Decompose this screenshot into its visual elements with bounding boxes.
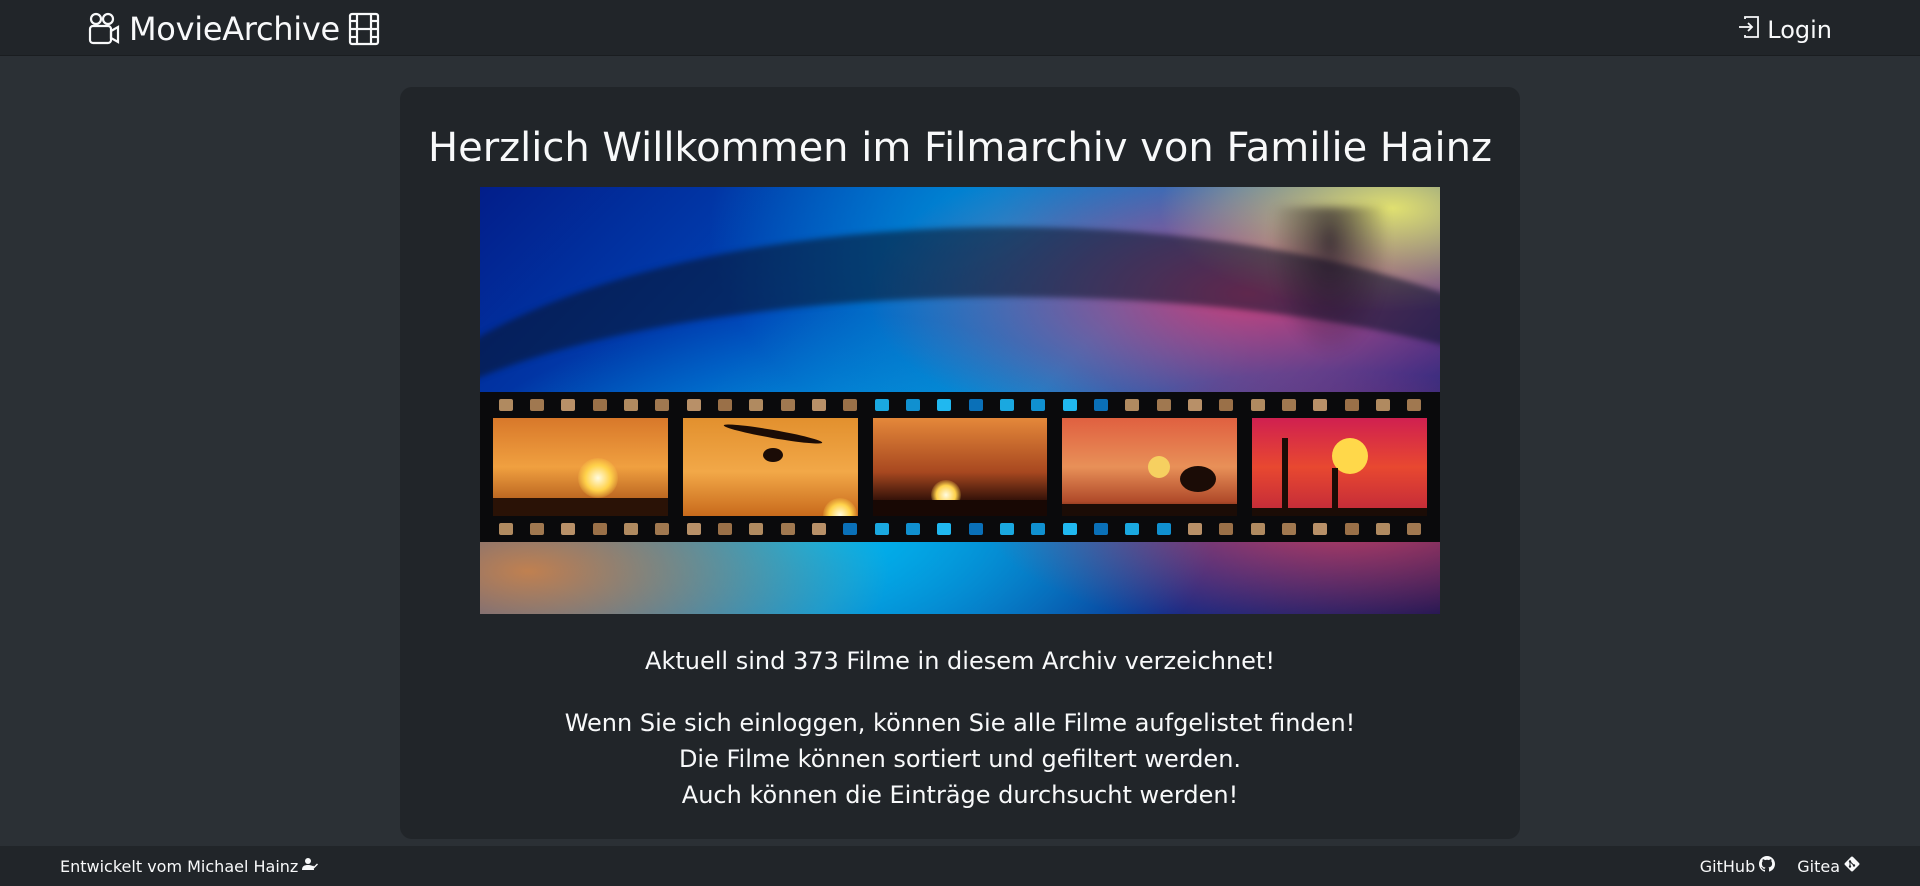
sprocket-hole xyxy=(1219,523,1234,535)
sprocket-hole xyxy=(561,399,576,411)
gitea-link[interactable]: Gitea xyxy=(1797,856,1860,877)
sprocket-hole xyxy=(1375,523,1390,535)
film-strip xyxy=(480,392,1440,542)
sprocket-hole xyxy=(937,523,952,535)
credit-text: Entwickelt vom Michael Hainz xyxy=(60,856,299,876)
sprocket-hole xyxy=(498,399,513,411)
sprocket-hole xyxy=(905,399,920,411)
sprocket-hole xyxy=(655,399,670,411)
person-check-icon xyxy=(302,856,319,877)
info-line-2: Die Filme können sortiert und gefiltert … xyxy=(678,745,1242,773)
sprocket-hole xyxy=(749,523,764,535)
sprocket-hole xyxy=(968,399,983,411)
info-line-1: Wenn Sie sich einloggen, können Sie alle… xyxy=(564,709,1356,737)
sprocket-hole xyxy=(529,523,544,535)
sprocket-hole xyxy=(1313,523,1328,535)
github-label: GitHub xyxy=(1699,856,1756,876)
brand-link[interactable]: MovieArchive xyxy=(87,11,380,47)
sprocket-hole xyxy=(1187,523,1202,535)
gitea-label: Gitea xyxy=(1797,856,1840,876)
sprocket-hole xyxy=(905,523,920,535)
sprocket-hole xyxy=(498,523,513,535)
sprocket-hole xyxy=(717,399,732,411)
sprocket-hole xyxy=(780,399,795,411)
film-count-text: Aktuell sind 373 Filme in diesem Archiv … xyxy=(645,647,1275,675)
sprocket-hole xyxy=(843,523,858,535)
sprocket-hole xyxy=(874,399,889,411)
sprocket-hole xyxy=(686,399,701,411)
frame-seagull-sunset xyxy=(682,418,858,516)
page-title: Herzlich Willkommen im Filmarchiv von Fa… xyxy=(428,125,1492,171)
sprocket-hole xyxy=(749,399,764,411)
sprocket-hole xyxy=(592,523,607,535)
sprocket-hole xyxy=(655,523,670,535)
sprocket-hole xyxy=(1375,399,1390,411)
film-icon xyxy=(348,12,380,46)
sprocket-hole xyxy=(999,399,1014,411)
developer-credit: Entwickelt vom Michael Hainz xyxy=(60,856,319,877)
info-line-3: Auch können die Einträge durchsucht werd… xyxy=(681,781,1239,809)
sprocket-hole xyxy=(1062,523,1077,535)
sprocket-hole xyxy=(1281,523,1296,535)
frame-tree-sunset xyxy=(1062,418,1238,516)
sprocket-hole xyxy=(1407,523,1422,535)
sprocket-hole xyxy=(1156,399,1171,411)
sprocket-hole xyxy=(1281,399,1296,411)
sprocket-hole xyxy=(1187,399,1202,411)
login-label: Login xyxy=(1767,16,1832,44)
frame-birds-sunset xyxy=(872,418,1048,516)
sprocket-hole xyxy=(1250,523,1265,535)
sprocket-hole xyxy=(1344,523,1359,535)
hero-image xyxy=(480,187,1440,614)
video-camera-icon xyxy=(87,12,121,46)
sprocket-hole xyxy=(874,523,889,535)
sprocket-hole xyxy=(999,523,1014,535)
github-icon xyxy=(1759,856,1776,877)
frame-grass-sunset xyxy=(493,418,668,516)
navbar: MovieArchive Login xyxy=(0,0,1920,56)
login-link[interactable]: Login xyxy=(1737,13,1832,47)
sprocket-hole xyxy=(1219,399,1234,411)
sprocket-hole xyxy=(1125,523,1140,535)
sprocket-hole xyxy=(1407,399,1422,411)
frame-palm-sunset xyxy=(1252,418,1427,516)
sprocket-hole xyxy=(968,523,983,535)
footer-links: GitHub Gitea xyxy=(1700,856,1860,877)
sprocket-hole xyxy=(843,399,858,411)
sprocket-hole xyxy=(780,523,795,535)
git-icon xyxy=(1844,856,1860,877)
sprocket-hole xyxy=(529,399,544,411)
sprocket-hole xyxy=(686,523,701,535)
sprocket-hole xyxy=(811,399,826,411)
sprocket-hole xyxy=(1093,399,1108,411)
sprocket-hole xyxy=(623,523,638,535)
sprocket-hole xyxy=(1125,399,1140,411)
sprocket-hole xyxy=(1250,399,1265,411)
sprocket-hole xyxy=(1093,523,1108,535)
github-link[interactable]: GitHub xyxy=(1699,856,1776,877)
sprocket-hole xyxy=(811,523,826,535)
sprocket-hole xyxy=(717,523,732,535)
sprocket-hole xyxy=(1031,399,1046,411)
sprocket-hole xyxy=(1031,523,1046,535)
sprocket-hole xyxy=(1062,399,1077,411)
sprocket-hole xyxy=(623,399,638,411)
footer: Entwickelt vom Michael Hainz GitHub Gite… xyxy=(0,846,1920,886)
box-arrow-in-right-icon xyxy=(1737,15,1761,45)
sprocket-hole xyxy=(561,523,576,535)
sprocket-hole xyxy=(1344,399,1359,411)
brand-name: MovieArchive xyxy=(129,10,340,48)
sprocket-hole xyxy=(1313,399,1328,411)
sprocket-hole xyxy=(592,399,607,411)
sprocket-hole xyxy=(937,399,952,411)
sprocket-hole xyxy=(1156,523,1171,535)
